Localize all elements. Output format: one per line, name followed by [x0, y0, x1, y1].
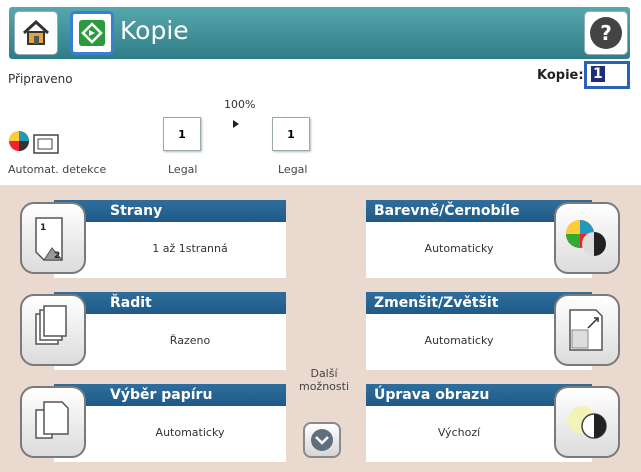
sides-value: 1 až 1stranná	[152, 242, 228, 255]
input-paper-label: Legal	[168, 163, 198, 176]
collate-button[interactable]	[20, 294, 86, 366]
arrow-right-icon	[233, 120, 239, 128]
copy-app-icon	[79, 20, 105, 46]
reduce-enlarge-icon	[569, 309, 603, 351]
auto-detect-label: Automat. detekce	[8, 163, 107, 176]
collate-icon	[35, 305, 67, 345]
sides-icon: 1 2	[35, 217, 64, 261]
output-paper-label: Legal	[278, 163, 308, 176]
sides-card[interactable]: Strany 1 až 1stranná	[54, 200, 286, 278]
zoom-level: 100%	[224, 98, 256, 111]
help-icon: ?	[590, 17, 622, 49]
paper-select-label: Výběr papíru	[54, 384, 286, 406]
color-icon	[566, 220, 606, 256]
copy-app-button[interactable]	[70, 11, 114, 55]
app-title: Kopie	[120, 16, 189, 45]
paper-select-button[interactable]	[20, 386, 86, 458]
sides-label: Strany	[54, 200, 286, 222]
copies-input[interactable]: 1	[584, 61, 630, 89]
home-button[interactable]	[14, 11, 58, 55]
copies-label: Kopie:	[537, 68, 584, 83]
sides-button[interactable]: 1 2	[20, 202, 86, 274]
more-options-label: Další možnosti	[294, 367, 354, 393]
svg-text:2: 2	[54, 251, 60, 261]
input-paper-preview: 1	[163, 117, 201, 151]
image-adjust-button[interactable]	[554, 386, 620, 458]
chevron-down-icon	[311, 429, 333, 451]
collate-label: Řadit	[54, 292, 286, 314]
collate-value: Řazeno	[169, 334, 211, 347]
svg-text:?: ?	[600, 21, 612, 45]
help-button[interactable]: ?	[584, 11, 628, 55]
output-paper-preview: 1	[272, 117, 310, 151]
paper-select-icon	[35, 401, 69, 439]
copies-value: 1	[591, 66, 605, 82]
paper-select-card[interactable]: Výběr papíru Automaticky	[54, 384, 286, 462]
more-options-label-line1: Další	[310, 367, 338, 380]
more-options-label-line2: možnosti	[298, 380, 350, 393]
svg-text:1: 1	[40, 223, 46, 233]
reduce-enlarge-button[interactable]	[554, 294, 620, 366]
color-button[interactable]	[554, 202, 620, 274]
image-adjust-icon	[568, 406, 607, 439]
status-text: Připraveno	[8, 72, 73, 86]
paper-select-value: Automaticky	[155, 426, 225, 439]
color-mode-icon	[9, 131, 59, 154]
more-options-button[interactable]	[303, 422, 341, 458]
collate-card[interactable]: Řadit Řazeno	[54, 292, 286, 370]
home-icon	[22, 19, 50, 45]
